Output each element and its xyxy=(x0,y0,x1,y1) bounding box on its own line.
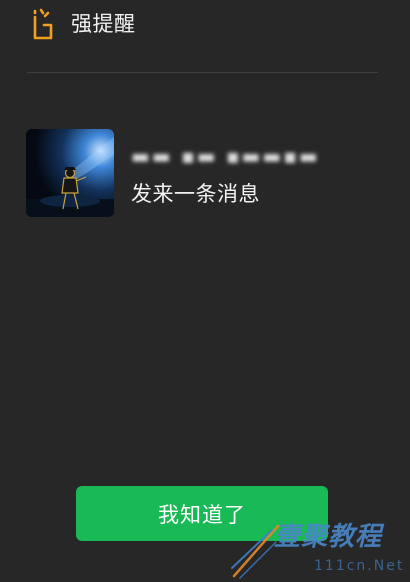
avatar[interactable] xyxy=(26,129,114,217)
confirm-button[interactable]: 我知道了 xyxy=(76,486,328,541)
sender-name: ▬▬ ▪▬ ▪▬▬▪▬ xyxy=(131,144,320,168)
message-text: 发来一条消息 xyxy=(131,182,260,206)
header-divider xyxy=(27,72,378,73)
watermark-url: 111cn.Net xyxy=(314,558,405,574)
lightbulb-alert-icon xyxy=(31,8,55,40)
avatar-image xyxy=(26,129,114,217)
page-title: 强提醒 xyxy=(71,12,136,36)
alert-header: 强提醒 xyxy=(0,0,410,73)
message-item[interactable]: ▬▬ ▪▬ ▪▬▬▪▬ 发来一条消息 xyxy=(26,129,386,219)
